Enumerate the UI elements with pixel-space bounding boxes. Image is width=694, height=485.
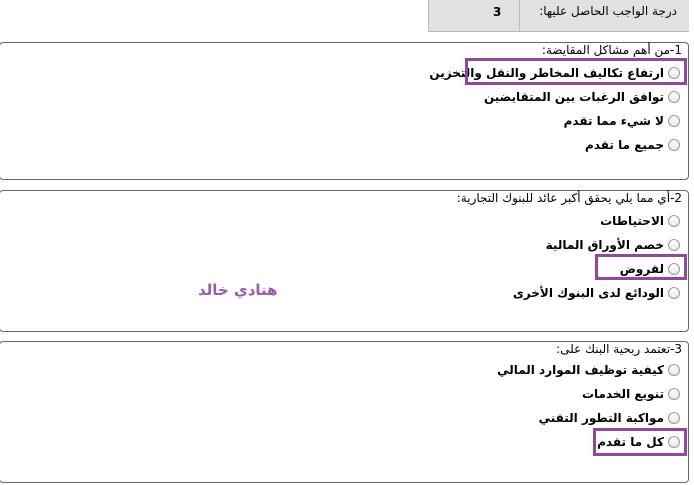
header-strip: درجة الواجب الحاصل عليها: 3 [0,0,694,36]
answer-highlight-q1 [465,58,687,85]
option-label: كيفية توظيف الموارد المالي [497,363,664,377]
radio-button[interactable] [668,412,680,424]
score-label: درجة الواجب الحاصل عليها: [539,4,677,18]
q3-option-1[interactable]: كيفية توظيف الموارد المالي [497,362,680,378]
score-divider [519,0,520,31]
question-3-title: 3-تعتمد ربحية البنك على: [556,342,682,356]
q2-option-2[interactable]: خصم الأوراق المالية [546,237,680,253]
score-box: درجة الواجب الحاصل عليها: [428,0,689,32]
option-label: الودائع لدى البنوك الأخرى [512,286,664,300]
option-label: تنويع الخدمات [581,387,664,401]
radio-button[interactable] [668,364,680,376]
q1-option-4[interactable]: جميع ما تقدم [585,137,680,153]
radio-button[interactable] [668,115,680,127]
q1-option-2[interactable]: توافق الرغبات بين المتقايضين [484,89,680,105]
q3-option-3[interactable]: مواكبة التطور التقني [539,410,680,426]
option-label: خصم الأوراق المالية [545,238,664,252]
answer-highlight-q3 [593,428,687,456]
option-label: مواكبة التطور التقني [538,411,664,425]
radio-button[interactable] [668,215,680,227]
answer-highlight-q2 [595,254,687,280]
q1-option-3[interactable]: لا شيء مما تقدم [564,113,680,129]
radio-button[interactable] [668,287,680,299]
radio-button[interactable] [668,91,680,103]
q3-option-2[interactable]: تنويع الخدمات [582,386,680,402]
radio-button[interactable] [668,139,680,151]
option-label: لا شيء مما تقدم [563,114,664,128]
question-3-box: 3-تعتمد ربحية البنك على: كيفية توظيف الم… [0,341,689,483]
radio-button[interactable] [668,239,680,251]
option-label: جميع ما تقدم [585,138,664,152]
question-2-box: 2-أي مما يلي يحقق أكبر عائد للبنوك التجا… [0,190,689,332]
option-label: الاحتياطات [600,214,664,228]
option-label: توافق الرغبات بين المتقايضين [483,90,664,104]
q2-option-4[interactable]: الودائع لدى البنوك الأخرى [513,285,680,301]
watermark-signature: هنادي خالد [198,281,278,299]
question-2-title: 2-أي مما يلي يحقق أكبر عائد للبنوك التجا… [456,191,682,205]
radio-button[interactable] [668,388,680,400]
q2-option-1[interactable]: الاحتياطات [600,213,680,229]
question-1-title: 1-من أهم مشاكل المقايضة: [541,43,682,57]
score-value: 3 [493,5,502,19]
